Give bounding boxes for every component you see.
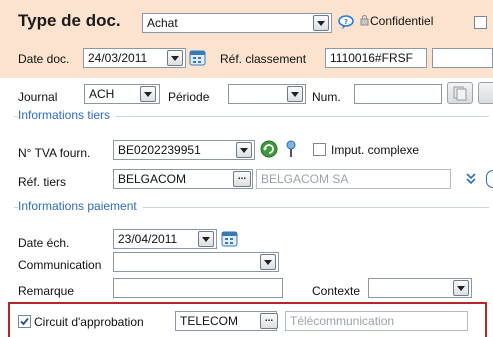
lock-icon bbox=[360, 15, 369, 26]
pin-icon[interactable] bbox=[284, 140, 298, 158]
date-doc-label: Date doc. bbox=[18, 52, 70, 66]
chevron-down-icon[interactable] bbox=[198, 231, 214, 247]
ref-tiers-label: Réf. tiers bbox=[18, 175, 67, 189]
doc-type-select[interactable]: Achat bbox=[142, 13, 332, 33]
remarque-label: Remarque bbox=[18, 284, 75, 298]
chevron-down-icon[interactable] bbox=[313, 15, 329, 31]
refresh-icon[interactable] bbox=[260, 140, 278, 158]
num-field[interactable] bbox=[354, 84, 442, 104]
svg-text:?: ? bbox=[344, 18, 348, 26]
chevron-down-icon[interactable] bbox=[260, 254, 276, 270]
chevron-down-icon[interactable] bbox=[140, 86, 156, 102]
chevron-down-icon[interactable] bbox=[287, 86, 303, 102]
approval-checkbox[interactable] bbox=[18, 315, 31, 328]
ref-tiers-name: BELGACOM SA bbox=[256, 169, 451, 189]
expand-icon[interactable] bbox=[465, 171, 477, 185]
imput-complexe-checkbox[interactable] bbox=[313, 143, 326, 156]
browse-button[interactable]: ... bbox=[233, 171, 251, 187]
section-title-paiement: Informations paiement bbox=[18, 199, 143, 213]
check-icon bbox=[20, 317, 29, 326]
ref-classement-label: Réf. classement bbox=[220, 52, 307, 66]
contexte-label: Contexte bbox=[312, 284, 361, 298]
calendar-icon[interactable] bbox=[221, 230, 238, 247]
chevron-down-icon[interactable] bbox=[167, 50, 183, 66]
documents-button[interactable] bbox=[447, 82, 473, 104]
tva-label: N° TVA fourn. bbox=[18, 146, 91, 160]
section-title-tiers: Informations tiers bbox=[18, 108, 117, 122]
chevron-down-icon[interactable] bbox=[453, 280, 469, 296]
chevron-down-icon[interactable] bbox=[236, 142, 252, 158]
help-icon[interactable]: ? bbox=[338, 15, 354, 29]
imput-complexe-label: Imput. complexe bbox=[331, 143, 420, 157]
browse-button[interactable]: ... bbox=[260, 313, 278, 329]
calendar-icon[interactable] bbox=[189, 49, 206, 66]
page-title: Type de doc. bbox=[18, 11, 121, 30]
remarque-field[interactable] bbox=[113, 278, 283, 298]
approval-description-field[interactable]: Télécommunication bbox=[285, 311, 468, 331]
periode-label: Période bbox=[168, 90, 210, 104]
date-ech-label: Date éch. bbox=[18, 236, 70, 250]
ref-classement-field[interactable]: 1110016#FRSF bbox=[325, 48, 427, 68]
communication-select[interactable] bbox=[113, 252, 279, 272]
ref-tiers-field[interactable]: BELGACOM bbox=[113, 169, 253, 189]
approval-label: Circuit d'approbation bbox=[34, 315, 144, 329]
edge-arc bbox=[486, 170, 493, 188]
journal-label: Journal bbox=[18, 90, 58, 104]
communication-label: Communication bbox=[18, 258, 102, 272]
tva-field[interactable]: BE0202239951 bbox=[113, 140, 255, 160]
confidential-label: Confidentiel bbox=[370, 14, 434, 28]
ref-extra-field[interactable] bbox=[432, 48, 493, 68]
more-button[interactable] bbox=[478, 82, 493, 104]
num-label: Num. bbox=[312, 90, 341, 104]
documents-icon bbox=[453, 86, 467, 101]
confidential-checkbox[interactable] bbox=[474, 16, 487, 29]
